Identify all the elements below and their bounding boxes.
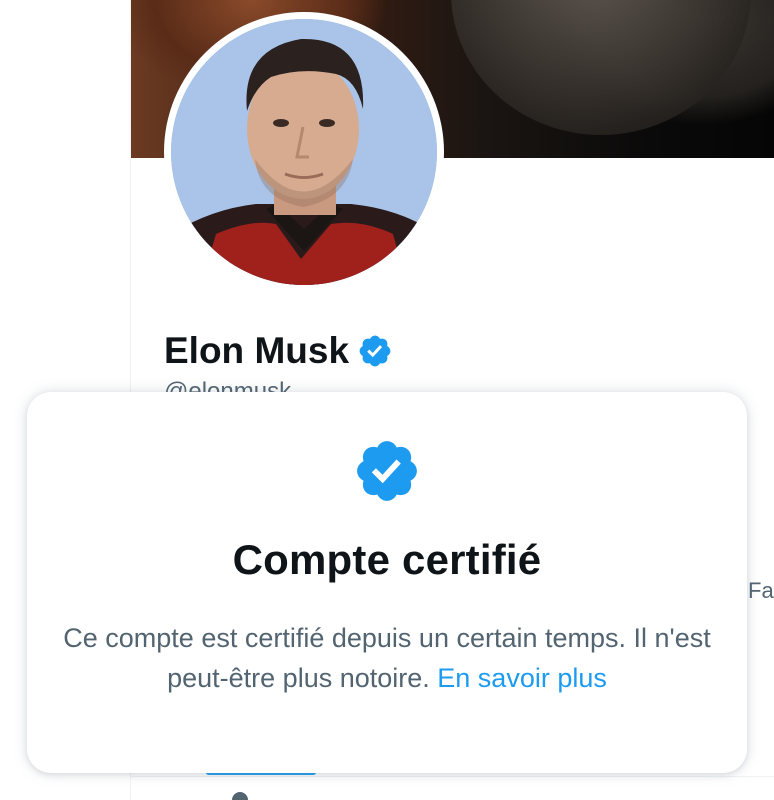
user-icon	[232, 792, 248, 800]
popover-title: Compte certifié	[232, 536, 542, 583]
profile-avatar[interactable]	[164, 12, 444, 292]
verified-info-popover: Compte certifié Ce compte est certifié d…	[27, 392, 747, 773]
clipped-side-text: Fa	[748, 578, 774, 603]
tabs-divider	[131, 776, 774, 777]
verified-badge-icon[interactable]	[357, 333, 393, 369]
learn-more-link[interactable]: En savoir plus	[437, 663, 607, 693]
banner-planet	[451, 0, 751, 135]
popover-body: Ce compte est certifié depuis un certain…	[57, 618, 717, 698]
display-name: Elon Musk	[164, 330, 350, 371]
profile-page: Elon Musk @elonmusk Fa Compte certifié C…	[0, 0, 774, 800]
popover-description: Ce compte est certifié depuis un certain…	[63, 623, 711, 693]
verified-badge-icon	[357, 441, 417, 501]
profile-name-row: Elon Musk	[164, 330, 393, 372]
avatar-photo	[171, 19, 437, 285]
